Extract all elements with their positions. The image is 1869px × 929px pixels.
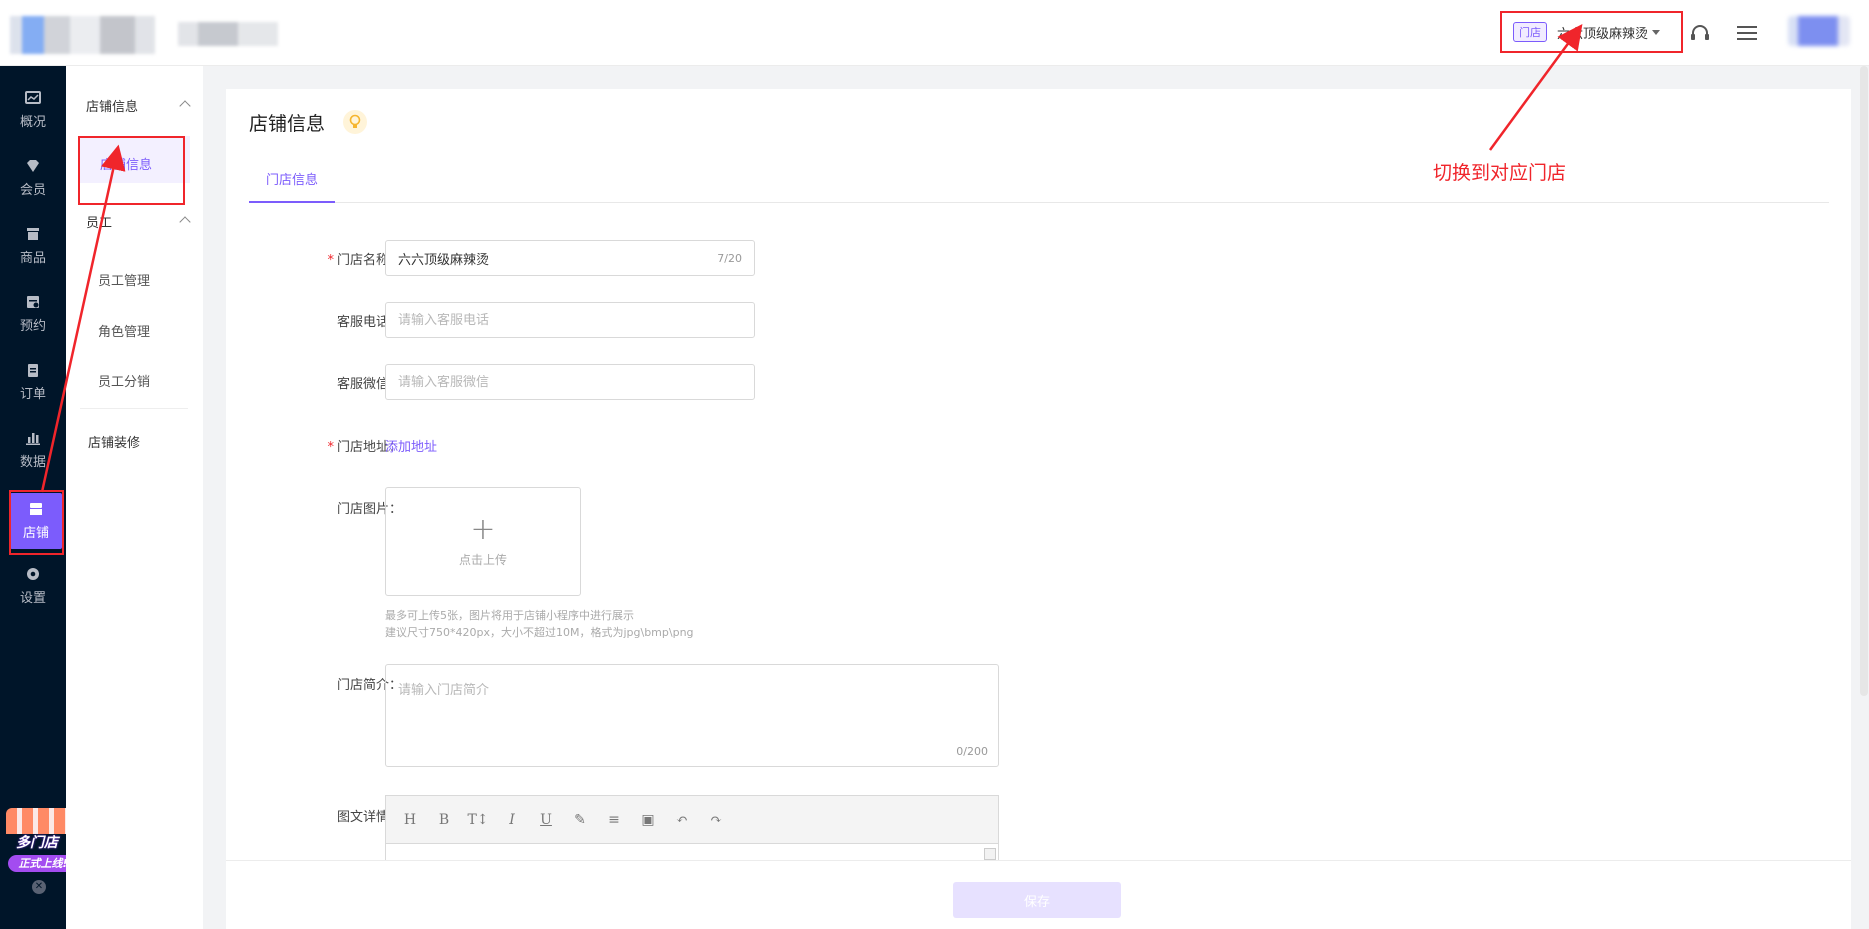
nav-overview[interactable]: 概况 (0, 80, 66, 140)
italic-icon[interactable]: I (502, 810, 522, 830)
brand-name-blurred (178, 22, 278, 46)
subnav-divider (80, 408, 188, 409)
footer-bar: 保存 (226, 860, 1851, 929)
store-icon (30, 503, 42, 515)
calendar-icon (27, 296, 39, 308)
nav-booking[interactable]: 预约 (0, 284, 66, 344)
phone-field[interactable] (385, 302, 755, 338)
diamond-icon (27, 160, 39, 172)
bar-chart-icon (26, 433, 40, 445)
nav-label: 商品 (19, 251, 46, 266)
upload-hint-1: 最多可上传5张，图片将用于店铺小程序中进行展示 (385, 609, 634, 622)
undo-icon[interactable]: ↶ (672, 810, 692, 830)
subnav-group-store-info[interactable]: 店铺信息 (86, 96, 138, 115)
page-title: 店铺信息 (249, 113, 326, 135)
heading-icon[interactable]: H (400, 810, 420, 830)
store-name-input[interactable] (398, 250, 710, 266)
headset-icon[interactable] (1687, 20, 1713, 46)
main-nav-rail: 概况 会员 商品 预约 订单 数据 店铺 设置 (0, 66, 66, 929)
store-tag-badge: 门店 (1513, 22, 1547, 42)
rich-text-editor[interactable]: H B T↕ I U ✎ ≡ ▣ ↶ ↷ (385, 795, 999, 865)
top-header: 门店 六六顶级麻辣烫 (0, 0, 1869, 66)
tab-bar: 门店信息 (249, 159, 1829, 203)
intro-label: 门店简介： (336, 678, 402, 693)
editor-scroll-up[interactable] (984, 848, 996, 860)
avatar[interactable] (1788, 16, 1850, 46)
tab-store-info[interactable]: 门店信息 (249, 159, 335, 203)
overview-icon (25, 91, 41, 104)
menu-icon[interactable] (1734, 20, 1760, 46)
align-icon[interactable]: ≡ (604, 810, 624, 830)
lightbulb-icon[interactable] (343, 110, 367, 134)
upload-hint-2: 建议尺寸750*420px，大小不超过10M，格式为jpg\bmp\png (385, 626, 694, 639)
intro-counter: 0/200 (956, 745, 988, 758)
nav-label: 店铺 (22, 526, 49, 541)
intro-field[interactable]: 0/200 (385, 664, 999, 767)
store-image-label: 门店图片： (336, 502, 402, 517)
wechat-input[interactable] (398, 374, 742, 390)
phone-label: 客服电话： (336, 315, 402, 330)
wechat-field[interactable] (385, 364, 755, 400)
store-name-label: *门店名称： (327, 253, 402, 268)
plus-icon: + (470, 512, 496, 547)
nav-label: 预约 (19, 319, 46, 334)
subnav-group-staff[interactable]: 员工 (86, 212, 112, 231)
image-upload-button[interactable]: + 点击上传 (385, 487, 581, 596)
chevron-up-icon[interactable] (179, 216, 191, 228)
store-name-field[interactable]: 7/20 (385, 240, 755, 276)
caret-down-icon (1652, 29, 1661, 35)
annotation-text: 切换到对应门店 (1433, 162, 1567, 184)
nav-store[interactable]: 店铺 (10, 493, 62, 549)
intro-textarea[interactable] (386, 665, 998, 766)
nav-members[interactable]: 会员 (0, 148, 66, 208)
redo-icon[interactable]: ↷ (706, 810, 726, 830)
phone-input[interactable] (398, 312, 742, 328)
subnav-item-staff-distribution[interactable]: 员工分销 (98, 371, 150, 390)
font-size-icon[interactable]: T↕ (467, 810, 488, 830)
main-content-card: 店铺信息 门店信息 *门店名称： 7/20 客服电话： 客服微信： *门店地址：… (226, 89, 1851, 929)
promo-awning (6, 808, 72, 834)
current-store-name: 六六顶级麻辣烫 (1557, 26, 1649, 42)
brush-icon[interactable]: ✎ (570, 810, 590, 830)
underline-icon[interactable]: U (536, 810, 556, 830)
page-scrollbar[interactable] (1860, 66, 1868, 696)
address-label: * 门店地址： (327, 440, 402, 455)
nav-settings[interactable]: 设置 (0, 556, 66, 616)
nav-data[interactable]: 数据 (0, 420, 66, 480)
wechat-label: 客服微信： (336, 377, 402, 392)
store-name-counter: 7/20 (717, 251, 742, 265)
logo (10, 16, 155, 54)
box-icon (27, 228, 39, 240)
nav-label: 概况 (19, 115, 46, 130)
nav-label: 会员 (19, 183, 46, 198)
upload-text: 点击上传 (458, 553, 507, 567)
nav-products[interactable]: 商品 (0, 216, 66, 276)
secondary-sidebar: 店铺信息 店铺信息 员工 员工管理 角色管理 员工分销 店铺装修 (66, 66, 203, 929)
gear-icon (27, 568, 39, 580)
subnav-item-store-decor[interactable]: 店铺装修 (88, 432, 140, 451)
save-button[interactable]: 保存 (953, 882, 1121, 918)
nav-label: 数据 (19, 455, 46, 470)
detail-label: 图文详情： (336, 810, 402, 825)
close-icon[interactable]: ✕ (32, 880, 46, 894)
editor-toolbar: H B T↕ I U ✎ ≡ ▣ ↶ ↷ (386, 796, 998, 844)
chevron-up-icon[interactable] (179, 100, 191, 112)
nav-orders[interactable]: 订单 (0, 352, 66, 412)
subnav-item-role-manage[interactable]: 角色管理 (98, 321, 150, 340)
promo-title: 多门店 (16, 835, 58, 851)
subnav-item-staff-manage[interactable]: 员工管理 (98, 270, 150, 289)
store-switcher[interactable]: 门店 六六顶级麻辣烫 (1513, 19, 1661, 45)
image-icon[interactable]: ▣ (638, 810, 658, 830)
nav-label: 设置 (19, 591, 46, 606)
add-address-link[interactable]: 添加地址 (385, 436, 437, 455)
clipboard-icon (28, 364, 38, 377)
bold-icon[interactable]: B (434, 810, 454, 830)
subnav-item-store-info[interactable]: 店铺信息 (100, 154, 152, 173)
nav-label: 订单 (19, 387, 46, 402)
